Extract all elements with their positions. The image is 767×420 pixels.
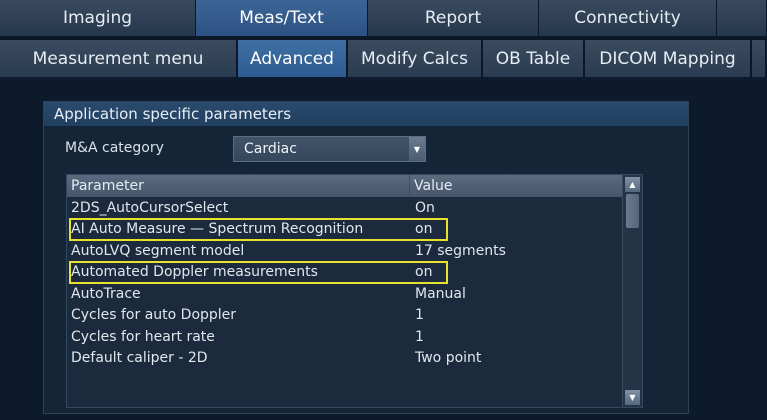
parameter-cell: Default caliper - 2D xyxy=(71,350,208,367)
table-row[interactable]: Default caliper - 2D Two point xyxy=(67,348,623,370)
tab-report[interactable]: Report xyxy=(368,0,539,36)
category-select[interactable]: Cardiac ▼ xyxy=(233,136,426,162)
parameter-cell: Automated Doppler measurements xyxy=(71,264,318,281)
table-row[interactable]: Cycles for heart rate 1 xyxy=(67,326,623,348)
tab-ob-table[interactable]: OB Table xyxy=(483,40,585,77)
value-cell: Two point xyxy=(415,350,482,367)
application-parameters-group: Application specific parameters M&A cate… xyxy=(43,101,689,414)
table-row[interactable]: Automated Doppler measurements on xyxy=(67,262,623,284)
category-value: Cardiac xyxy=(244,141,297,157)
arrow-up-icon[interactable]: ▲ xyxy=(625,177,640,192)
parameter-cell: 2DS_AutoCursorSelect xyxy=(71,199,229,216)
column-header-parameter[interactable]: Parameter xyxy=(67,175,410,197)
value-cell: 17 segments xyxy=(415,242,506,259)
value-cell: Manual xyxy=(415,285,466,302)
parameter-cell: Cycles for heart rate xyxy=(71,328,215,345)
value-cell: 1 xyxy=(415,307,424,324)
table-scrollbar[interactable]: ▲ ▼ xyxy=(622,175,642,407)
column-header-value[interactable]: Value xyxy=(410,175,623,197)
value-cell: 1 xyxy=(415,328,424,345)
value-cell: on xyxy=(415,221,433,238)
parameters-table: Parameter Value 2DS_AutoCursorSelect On … xyxy=(66,174,643,408)
tab-overflow[interactable] xyxy=(717,0,767,36)
table-body: 2DS_AutoCursorSelect On AI Auto Measure … xyxy=(67,197,623,369)
value-cell: on xyxy=(415,264,433,281)
table-row[interactable]: Cycles for auto Doppler 1 xyxy=(67,305,623,327)
group-title: Application specific parameters xyxy=(44,102,688,126)
table-row[interactable]: AI Auto Measure — Spectrum Recognition o… xyxy=(67,219,623,241)
arrow-down-icon[interactable]: ▼ xyxy=(625,390,640,405)
parameter-cell: Cycles for auto Doppler xyxy=(71,307,237,324)
parameter-cell: AI Auto Measure — Spectrum Recognition xyxy=(71,221,364,238)
tab-measurement-menu[interactable]: Measurement menu xyxy=(0,40,238,77)
content-area: Application specific parameters M&A cate… xyxy=(0,77,767,420)
chevron-down-icon[interactable]: ▼ xyxy=(409,137,425,161)
tab-advanced[interactable]: Advanced xyxy=(238,40,348,77)
table-header: Parameter Value xyxy=(67,175,623,197)
table-row[interactable]: AutoTrace Manual xyxy=(67,283,623,305)
tab-connectivity[interactable]: Connectivity xyxy=(539,0,717,36)
sub-tab-bar: Measurement menu Advanced Modify Calcs O… xyxy=(0,36,767,77)
table-row[interactable]: AutoLVQ segment model 17 segments xyxy=(67,240,623,262)
table-row[interactable]: 2DS_AutoCursorSelect On xyxy=(67,197,623,219)
tab-overflow-sub[interactable] xyxy=(752,40,767,77)
tab-modify-calcs[interactable]: Modify Calcs xyxy=(348,40,483,77)
tab-imaging[interactable]: Imaging xyxy=(0,0,196,36)
value-cell: On xyxy=(415,199,435,216)
parameter-cell: AutoTrace xyxy=(71,285,141,302)
parameter-cell: AutoLVQ segment model xyxy=(71,242,245,259)
top-tab-bar: Imaging Meas/Text Report Connectivity xyxy=(0,0,767,36)
tab-meas-text[interactable]: Meas/Text xyxy=(196,0,368,36)
settings-screen: Imaging Meas/Text Report Connectivity Me… xyxy=(0,0,767,420)
scrollbar-thumb[interactable] xyxy=(626,194,639,228)
category-label: M&A category xyxy=(65,140,164,156)
tab-dicom-mapping[interactable]: DICOM Mapping xyxy=(585,40,752,77)
